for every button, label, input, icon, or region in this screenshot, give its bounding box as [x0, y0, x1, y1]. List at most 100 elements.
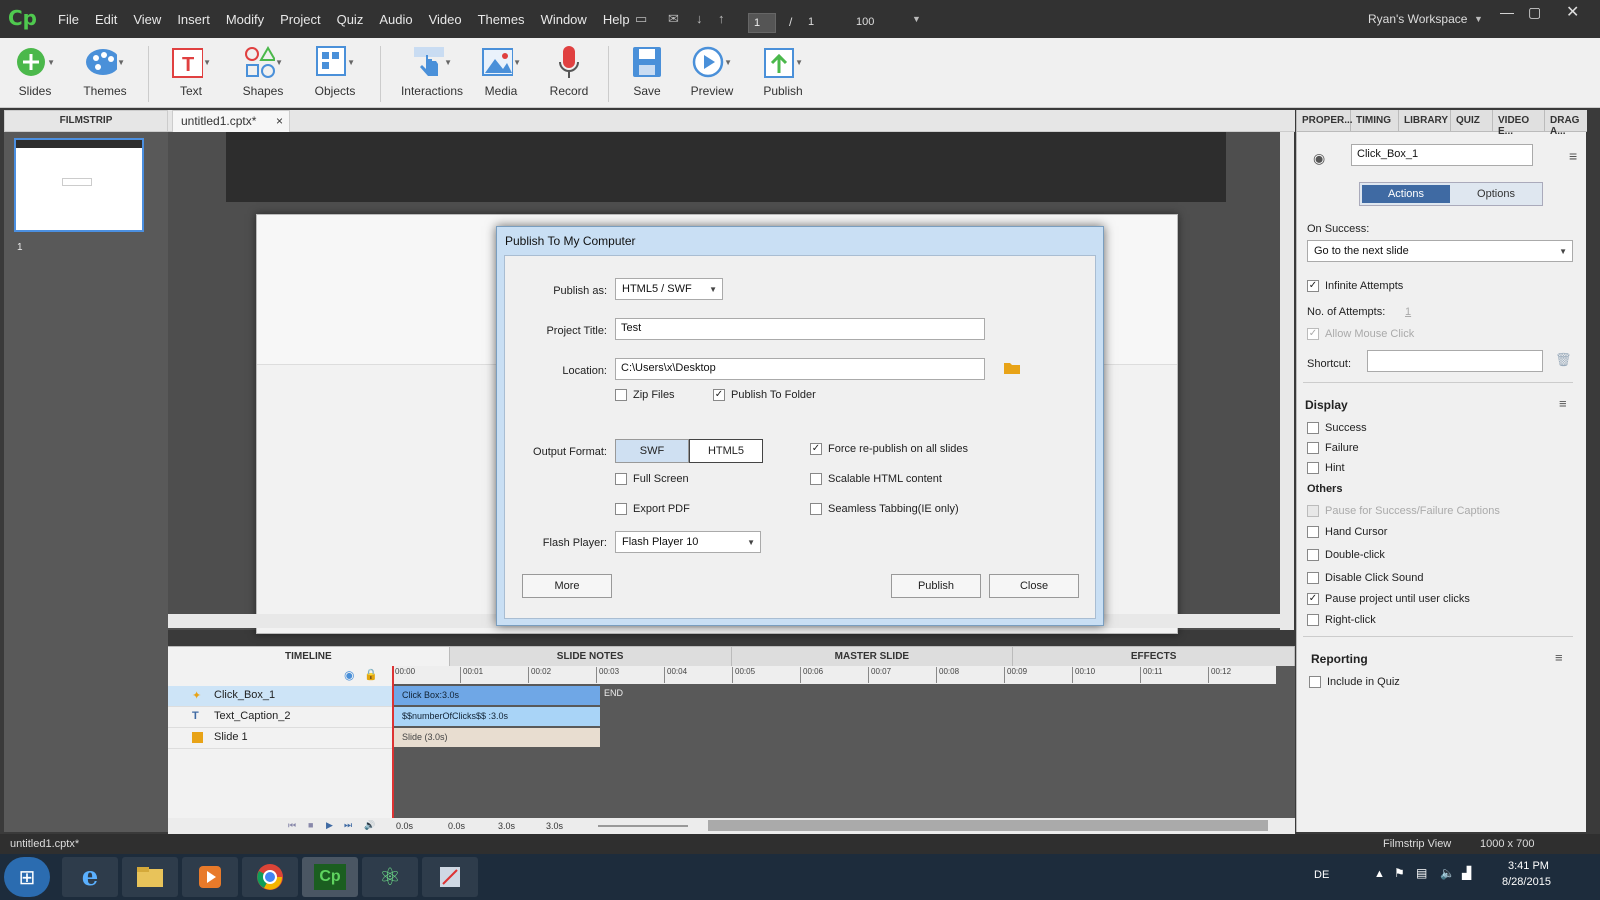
location-input[interactable]: C:\Users\x\Desktop: [615, 358, 985, 380]
arrow-up-icon[interactable]: ↑: [718, 11, 725, 26]
menu-file[interactable]: File: [50, 12, 87, 27]
zip-files-checkbox[interactable]: Zip Files: [615, 389, 675, 401]
zoom-value[interactable]: 100: [856, 16, 874, 28]
layer-row[interactable]: Slide 1: [168, 728, 392, 749]
stop-icon[interactable]: ■: [308, 820, 313, 830]
panel-menu-icon[interactable]: ≡: [1569, 148, 1577, 164]
language-indicator[interactable]: DE: [1314, 869, 1329, 881]
close-tab-icon[interactable]: ×: [276, 114, 283, 128]
menu-view[interactable]: View: [125, 12, 169, 27]
menu-insert[interactable]: Insert: [169, 12, 218, 27]
timeline-bar[interactable]: $$numberOfClicks$$ :3.0s: [394, 707, 600, 726]
clock-time[interactable]: 3:41 PM: [1508, 860, 1549, 872]
seamless-tabbing-checkbox[interactable]: Seamless Tabbing(IE only): [810, 503, 959, 515]
tab-effects[interactable]: EFFECTS: [1013, 647, 1295, 666]
tray-arrow-icon[interactable]: ▲: [1374, 868, 1385, 880]
tab-quiz[interactable]: QUIZ: [1451, 110, 1493, 131]
speaker-icon[interactable]: 🔊: [364, 820, 375, 831]
publish-as-select[interactable]: HTML5 / SWF ▼: [615, 278, 723, 300]
force-republish-checkbox[interactable]: ✓ Force re-publish on all slides: [810, 443, 968, 455]
full-screen-checkbox[interactable]: Full Screen: [615, 473, 689, 485]
pause-project-checkbox[interactable]: ✓ Pause project until user clicks: [1307, 593, 1470, 605]
slides-button[interactable]: ▼ Slides: [0, 44, 70, 98]
tab-slide-notes[interactable]: SLIDE NOTES: [450, 647, 732, 666]
tab-timeline[interactable]: TIMELINE: [168, 647, 450, 666]
menu-modify[interactable]: Modify: [218, 12, 272, 27]
trash-icon[interactable]: 🗑: [1555, 352, 1572, 368]
lock-icon[interactable]: 🔒: [364, 668, 378, 681]
flash-player-select[interactable]: Flash Player 10 ▼: [615, 531, 761, 553]
menu-themes[interactable]: Themes: [470, 12, 533, 27]
publish-button[interactable]: ▼ Publish: [748, 44, 818, 98]
menu-project[interactable]: Project: [272, 12, 328, 27]
swf-toggle[interactable]: SWF: [615, 439, 689, 463]
menu-edit[interactable]: Edit: [87, 12, 125, 27]
arrow-down-icon[interactable]: ↓: [696, 11, 703, 26]
interactions-button[interactable]: ▼ Interactions: [391, 44, 473, 98]
media-player-icon[interactable]: [182, 857, 238, 897]
hint-checkbox[interactable]: Hint: [1307, 462, 1345, 474]
eye-icon[interactable]: ◉: [344, 668, 354, 682]
layer-row[interactable]: ✦ Click_Box_1: [168, 686, 392, 707]
tab-timing[interactable]: TIMING: [1351, 110, 1399, 131]
infinite-attempts-checkbox[interactable]: ✓ Infinite Attempts: [1307, 280, 1403, 292]
themes-button[interactable]: ▼ Themes: [70, 44, 140, 98]
volume-icon[interactable]: 🔈: [1440, 866, 1455, 880]
pause-captions-checkbox[interactable]: Pause for Success/Failure Captions: [1307, 505, 1500, 517]
zoom-dropdown-icon[interactable]: ▼: [912, 14, 921, 24]
text-button[interactable]: T ▼ Text: [156, 44, 226, 98]
chrome-icon[interactable]: [242, 857, 298, 897]
rewind-icon[interactable]: ⏮: [288, 820, 296, 831]
tab-library[interactable]: LIBRARY: [1399, 110, 1451, 131]
slide-view-icon[interactable]: ▭: [635, 11, 647, 27]
captivate-taskbar-icon[interactable]: Cp: [302, 857, 358, 897]
stage-vertical-scrollbar[interactable]: [1280, 132, 1294, 630]
menu-video[interactable]: Video: [421, 12, 470, 27]
maximize-icon[interactable]: ▢: [1528, 4, 1541, 21]
menu-quiz[interactable]: Quiz: [329, 12, 372, 27]
record-button[interactable]: Record: [534, 44, 604, 98]
slide-thumbnail[interactable]: [14, 138, 144, 232]
snipping-tool-icon[interactable]: [422, 857, 478, 897]
on-success-select[interactable]: Go to the next slide ▼: [1307, 240, 1573, 262]
hand-cursor-checkbox[interactable]: Hand Cursor: [1307, 526, 1387, 538]
internet-explorer-icon[interactable]: e: [62, 857, 118, 897]
minimize-icon[interactable]: —: [1500, 4, 1514, 20]
workspace-dropdown-icon[interactable]: ▼: [1474, 14, 1483, 24]
right-click-checkbox[interactable]: Right-click: [1307, 614, 1376, 626]
publish-dialog-button[interactable]: Publish: [891, 574, 981, 598]
timeline-scrollbar[interactable]: [708, 820, 1268, 831]
failure-checkbox[interactable]: Failure: [1307, 442, 1359, 454]
success-checkbox[interactable]: Success: [1307, 422, 1367, 434]
menu-help[interactable]: Help: [595, 12, 638, 27]
page-number-input[interactable]: 1: [748, 13, 776, 33]
disable-click-sound-checkbox[interactable]: Disable Click Sound: [1307, 572, 1423, 584]
actions-tab[interactable]: Actions: [1362, 185, 1450, 203]
menu-audio[interactable]: Audio: [371, 12, 420, 27]
allow-mouse-click-checkbox[interactable]: ✓ Allow Mouse Click: [1307, 328, 1414, 340]
save-button[interactable]: Save: [612, 44, 682, 98]
scalable-html-checkbox[interactable]: Scalable HTML content: [810, 473, 942, 485]
html5-toggle[interactable]: HTML5: [689, 439, 763, 463]
timeline-bar[interactable]: Slide (3.0s): [394, 728, 600, 747]
workspace-switcher[interactable]: Ryan's Workspace: [1368, 12, 1467, 26]
preview-button[interactable]: ▼ Preview: [677, 44, 747, 98]
tab-drag-and-drop[interactable]: DRAG A...: [1545, 110, 1587, 137]
include-in-quiz-checkbox[interactable]: Include in Quiz: [1309, 676, 1400, 688]
close-dialog-button[interactable]: Close: [989, 574, 1079, 598]
signal-icon[interactable]: ▟: [1462, 866, 1471, 880]
menu-window[interactable]: Window: [533, 12, 595, 27]
document-tab[interactable]: untitled1.cptx* ×: [172, 110, 290, 132]
file-explorer-icon[interactable]: [122, 857, 178, 897]
objects-button[interactable]: ▼ Objects: [300, 44, 370, 98]
clock-date[interactable]: 8/28/2015: [1502, 876, 1551, 888]
tab-master-slide[interactable]: MASTER SLIDE: [732, 647, 1014, 666]
status-view[interactable]: Filmstrip View: [1383, 838, 1451, 850]
folder-icon[interactable]: [1003, 360, 1021, 378]
options-tab[interactable]: Options: [1452, 185, 1540, 203]
timeline-ruler[interactable]: 00:00 00:01 00:02 00:03 00:04 00:05 00:06 00:07…: [392, 666, 1276, 684]
tab-properties[interactable]: PROPER...: [1297, 110, 1353, 131]
layer-row[interactable]: T Text_Caption_2: [168, 707, 392, 728]
forward-icon[interactable]: ⏭: [344, 820, 352, 831]
mail-icon[interactable]: ✉: [668, 11, 679, 27]
